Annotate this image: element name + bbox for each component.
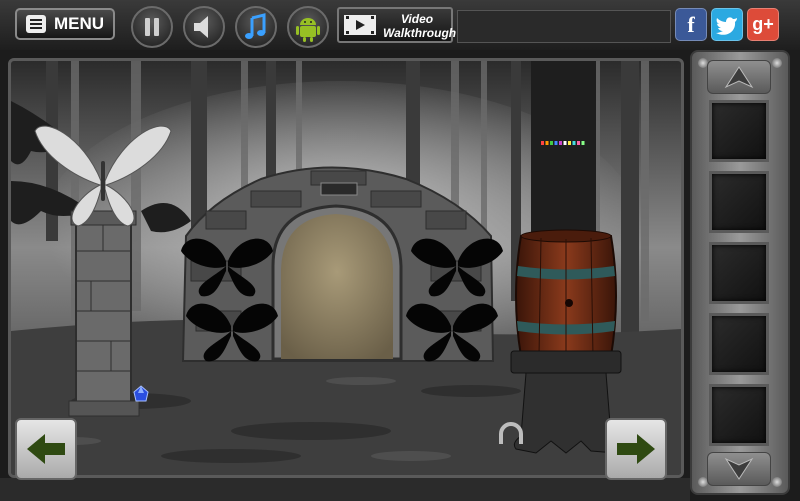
- inventory-slot[interactable]: [709, 384, 769, 446]
- colored-pin[interactable]: [581, 141, 585, 145]
- frame-bottom: [0, 478, 690, 501]
- nav-right-button[interactable]: [605, 418, 667, 480]
- menu-label: MENU: [53, 14, 105, 33]
- google-plus-button[interactable]: g+: [747, 8, 779, 41]
- arch-doorway[interactable]: [281, 214, 393, 359]
- arrow-up-icon: [724, 66, 754, 89]
- arrow-right-icon: [617, 434, 655, 464]
- pause-button[interactable]: [131, 6, 173, 48]
- barrel-keyhole[interactable]: [565, 299, 573, 307]
- menu-button[interactable]: MENU: [15, 8, 115, 40]
- inventory-slot[interactable]: [709, 171, 769, 233]
- music-button[interactable]: [235, 6, 277, 48]
- video-walkthrough-button[interactable]: Video Walkthrough: [337, 7, 457, 43]
- colored-pin[interactable]: [568, 141, 571, 145]
- colored-pin[interactable]: [572, 141, 576, 145]
- colored-pin[interactable]: [563, 141, 567, 145]
- tree-trunk: [531, 61, 596, 251]
- hamburger-icon: [25, 15, 46, 33]
- arrow-left-icon: [27, 434, 65, 464]
- video-walkthrough-label: Video Walkthrough: [383, 12, 457, 40]
- twitter-bird-icon: [716, 16, 737, 35]
- colored-pin[interactable]: [545, 141, 549, 145]
- colored-pin[interactable]: [550, 141, 553, 145]
- facebook-button[interactable]: f: [675, 8, 707, 41]
- colored-pin[interactable]: [577, 141, 580, 145]
- colored-pin[interactable]: [554, 141, 558, 145]
- film-play-icon: [344, 15, 376, 35]
- forest-scene: [11, 61, 681, 475]
- stone-pillar: [68, 210, 140, 417]
- facebook-icon: f: [687, 11, 695, 37]
- google-plus-icon: g+: [752, 14, 774, 34]
- arch-keystone-slot[interactable]: [320, 182, 358, 196]
- nav-left-button[interactable]: [15, 418, 77, 480]
- music-note-icon: [245, 13, 266, 39]
- top-toolbar: MENU Video Walkthrough f g+: [0, 0, 800, 50]
- sound-button[interactable]: [183, 6, 225, 48]
- android-button[interactable]: [287, 6, 329, 48]
- game-scene: [8, 58, 684, 478]
- pause-icon: [145, 18, 159, 36]
- inventory-slot[interactable]: [709, 242, 769, 304]
- wooden-barrel[interactable]: [515, 229, 617, 357]
- colored-pin[interactable]: [559, 141, 562, 145]
- inventory-up-button[interactable]: [707, 60, 771, 94]
- arrow-down-icon: [724, 457, 754, 480]
- twitter-button[interactable]: [711, 8, 743, 41]
- inventory-slot[interactable]: [709, 100, 769, 162]
- empty-banner: [457, 10, 671, 43]
- speaker-icon: [194, 16, 208, 38]
- android-icon: [296, 18, 320, 42]
- colored-pin[interactable]: [541, 141, 544, 145]
- inventory-down-button[interactable]: [707, 452, 771, 486]
- inventory-panel: [690, 50, 790, 495]
- inventory-slot[interactable]: [709, 313, 769, 375]
